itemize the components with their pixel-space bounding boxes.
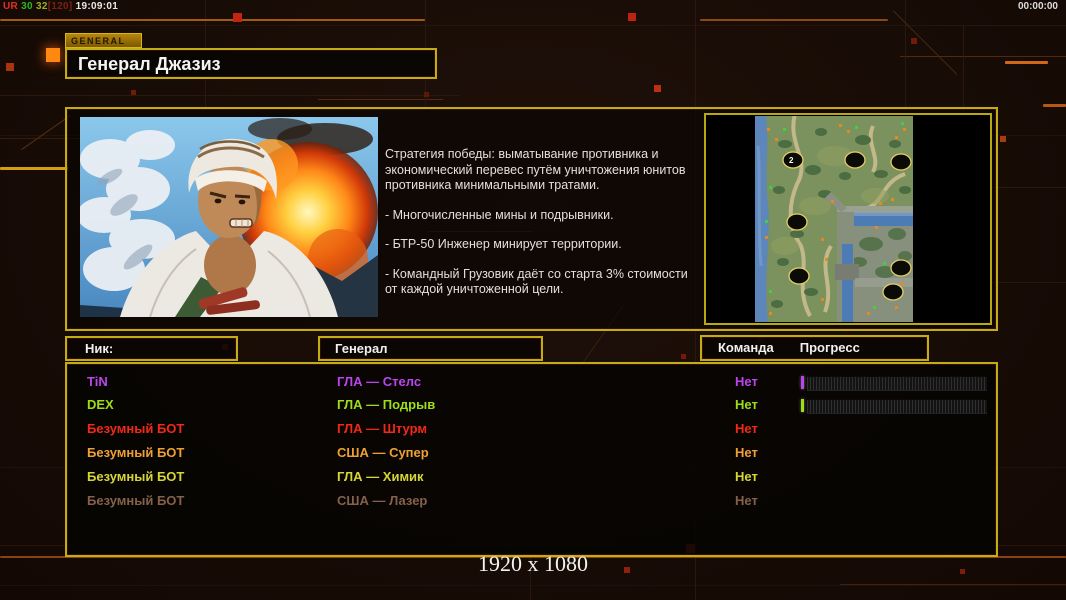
circuit-trace xyxy=(840,584,1066,585)
player-nick: Безумный БОТ xyxy=(87,493,185,508)
strategy-paragraph: - Командный Грузовик даёт со старта 3% с… xyxy=(385,266,688,297)
progress-track xyxy=(807,399,987,414)
circuit-line xyxy=(905,0,906,110)
player-row: Безумный БОТ ГЛА — Химик Нет xyxy=(67,465,996,489)
player-team: Нет xyxy=(735,421,758,436)
progress-bar xyxy=(801,376,987,391)
player-general: ГЛА — Подрыв xyxy=(337,397,436,412)
circuit-square xyxy=(131,90,136,95)
general-tab-label: GENERAL xyxy=(65,33,142,48)
loading-screen: UR 30 32[120] 19:09:01 00:00:00 GENERAL … xyxy=(0,0,1066,600)
circuit-diagonal xyxy=(892,10,958,75)
player-row: Безумный БОТ ГЛА — Штурм Нет xyxy=(67,417,996,441)
circuit-diagonal xyxy=(21,114,71,151)
column-header-team-progress: Команда Прогресс xyxy=(700,335,929,361)
player-row: Безумный БОТ США — Лазер Нет xyxy=(67,489,996,513)
circuit-trace xyxy=(700,19,888,21)
strategy-paragraph: Стратегия победы: выматывание противника… xyxy=(385,147,686,192)
player-row: TiN ГЛА — Стелс Нет xyxy=(67,370,996,394)
player-team: Нет xyxy=(735,493,758,508)
progress-tick xyxy=(801,376,804,389)
player-general: США — Лазер xyxy=(337,493,428,508)
column-header-nick: Ник: xyxy=(65,336,238,361)
progress-tick xyxy=(801,399,804,412)
circuit-square xyxy=(233,13,242,22)
minimap-panel: 2 xyxy=(704,113,992,325)
circuit-line xyxy=(0,585,1066,586)
player-nick: Безумный БОТ xyxy=(87,445,185,460)
player-team: Нет xyxy=(735,397,758,412)
player-nick: Безумный БОТ xyxy=(87,421,185,436)
general-info-panel: Стратегия победы: выматывание противника… xyxy=(65,107,998,331)
player-general: ГЛА — Штурм xyxy=(337,421,427,436)
circuit-square xyxy=(6,63,14,71)
circuit-trace xyxy=(1005,61,1048,64)
progress-track xyxy=(807,376,987,391)
debug-bracket: [120] xyxy=(47,1,73,12)
player-team: Нет xyxy=(735,445,758,460)
debug-value-1: 30 xyxy=(21,1,33,12)
debug-value-2: 32 xyxy=(35,1,48,12)
minimap-start-marker: 2 xyxy=(789,156,794,165)
player-general: ГЛА — Химик xyxy=(337,469,424,484)
circuit-square xyxy=(911,38,917,44)
resolution-label: 1920 x 1080 xyxy=(478,551,588,576)
portrait-illustration xyxy=(80,117,378,317)
circuit-square xyxy=(681,354,686,359)
strategy-description: Стратегия победы: выматывание противника… xyxy=(385,147,697,312)
circuit-trace xyxy=(0,19,425,21)
column-header-general-label: Генерал xyxy=(335,341,388,356)
minimap: 2 xyxy=(755,116,913,322)
circuit-square xyxy=(424,92,429,97)
circuit-trace xyxy=(1043,104,1066,107)
circuit-square xyxy=(46,48,60,62)
general-portrait xyxy=(80,117,378,317)
player-nick: Безумный БОТ xyxy=(87,469,185,484)
player-nick: DEX xyxy=(87,397,114,412)
players-table: TiN ГЛА — Стелс Нет DEX ГЛА — Подрыв Нет… xyxy=(65,362,998,557)
player-team: Нет xyxy=(735,469,758,484)
debug-ur: UR xyxy=(3,1,19,12)
debug-clock: 19:09:01 xyxy=(75,1,119,12)
column-header-progress-label: Прогресс xyxy=(799,340,860,355)
circuit-square xyxy=(1000,136,1006,142)
strategy-paragraph: - Многочисленные мины и подрывники. xyxy=(385,207,614,222)
game-timer: 00:00:00 xyxy=(1017,1,1058,12)
circuit-trace xyxy=(0,167,68,170)
player-row: DEX ГЛА — Подрыв Нет xyxy=(67,393,996,417)
player-nick: TiN xyxy=(87,374,108,389)
circuit-square xyxy=(654,85,661,92)
player-team: Нет xyxy=(735,374,758,389)
column-header-team-label: Команда xyxy=(718,340,774,355)
player-general: США — Супер xyxy=(337,445,429,460)
column-header-nick-label: Ник: xyxy=(85,341,114,356)
circuit-square xyxy=(628,13,636,21)
debug-readout: UR 30 32[120] 19:09:01 xyxy=(3,1,118,12)
general-title-box: Генерал Джазиз xyxy=(65,48,437,79)
player-general: ГЛА — Стелс xyxy=(337,374,422,389)
column-header-general: Генерал xyxy=(318,336,543,361)
strategy-paragraph: - БТР-50 Инженер минирует территории. xyxy=(385,237,622,251)
page-title: Генерал Джазиз xyxy=(78,54,221,74)
progress-bar xyxy=(801,399,987,414)
circuit-line xyxy=(0,95,460,96)
circuit-line xyxy=(900,56,1066,57)
player-row: Безумный БОТ США — Супер Нет xyxy=(67,441,996,465)
